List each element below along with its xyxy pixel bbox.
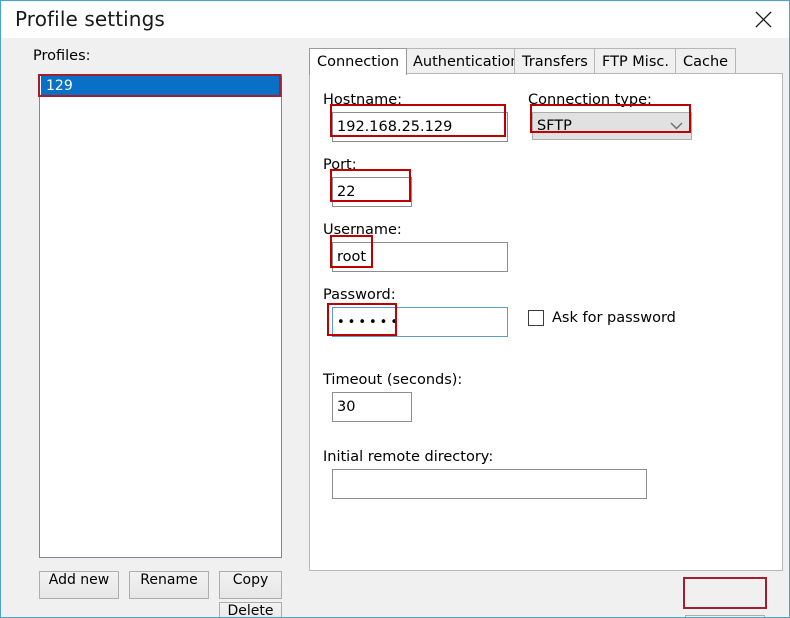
username-input[interactable]: root [332, 242, 508, 272]
initial-remote-directory-label: Initial remote directory: [323, 449, 493, 465]
delete-button[interactable]: Delete [219, 602, 282, 618]
initial-remote-directory-input[interactable] [332, 469, 647, 499]
tab-strip: Connection Authentication Transfers FTP … [309, 48, 783, 74]
hostname-input[interactable]: 192.168.25.129 [332, 112, 508, 142]
timeout-label: Timeout (seconds): [323, 372, 462, 388]
title-bar: Profile settings [2, 2, 790, 39]
rename-button[interactable]: Rename [129, 571, 209, 599]
profiles-list[interactable]: 129 [39, 74, 282, 558]
password-input[interactable]: •••••• [332, 307, 508, 337]
password-masked-value: •••••• [337, 316, 401, 329]
profiles-label: Profiles: [33, 48, 91, 64]
dialog-body: Profiles: 129 Add new Rename Copy Delete… [2, 38, 790, 617]
profile-settings-dialog: Profile settings Profiles: 129 Add new R… [0, 0, 790, 618]
tab-transfers[interactable]: Transfers [514, 48, 596, 74]
username-label: Username: [323, 222, 402, 238]
connection-type-label: Connection type: [528, 92, 652, 108]
list-item[interactable]: 129 [41, 76, 282, 97]
page-title: Profile settings [15, 7, 165, 31]
tab-connection[interactable]: Connection [309, 48, 407, 75]
tab-ftp-misc[interactable]: FTP Misc. [594, 48, 677, 74]
tab-panel-connection: Hostname: 192.168.25.129 Connection type… [309, 73, 783, 571]
connection-type-select[interactable]: SFTP [532, 112, 692, 140]
connection-type-value: SFTP [537, 118, 572, 134]
ask-for-password-checkbox[interactable]: Ask for password [528, 310, 676, 326]
password-label: Password: [323, 287, 396, 303]
copy-button[interactable]: Copy [219, 571, 282, 599]
port-input[interactable]: 22 [332, 177, 412, 207]
add-new-button[interactable]: Add new [39, 571, 119, 599]
checkbox-box [528, 310, 544, 326]
tab-cache[interactable]: Cache [675, 48, 736, 74]
timeout-input[interactable]: 30 [332, 392, 412, 422]
hostname-label: Hostname: [323, 92, 402, 108]
port-label: Port: [323, 157, 357, 173]
close-x-icon[interactable] [741, 2, 786, 36]
chevron-down-icon [670, 118, 683, 134]
ask-for-password-label: Ask for password [552, 310, 676, 326]
tab-authentication[interactable]: Authentication [405, 48, 527, 74]
